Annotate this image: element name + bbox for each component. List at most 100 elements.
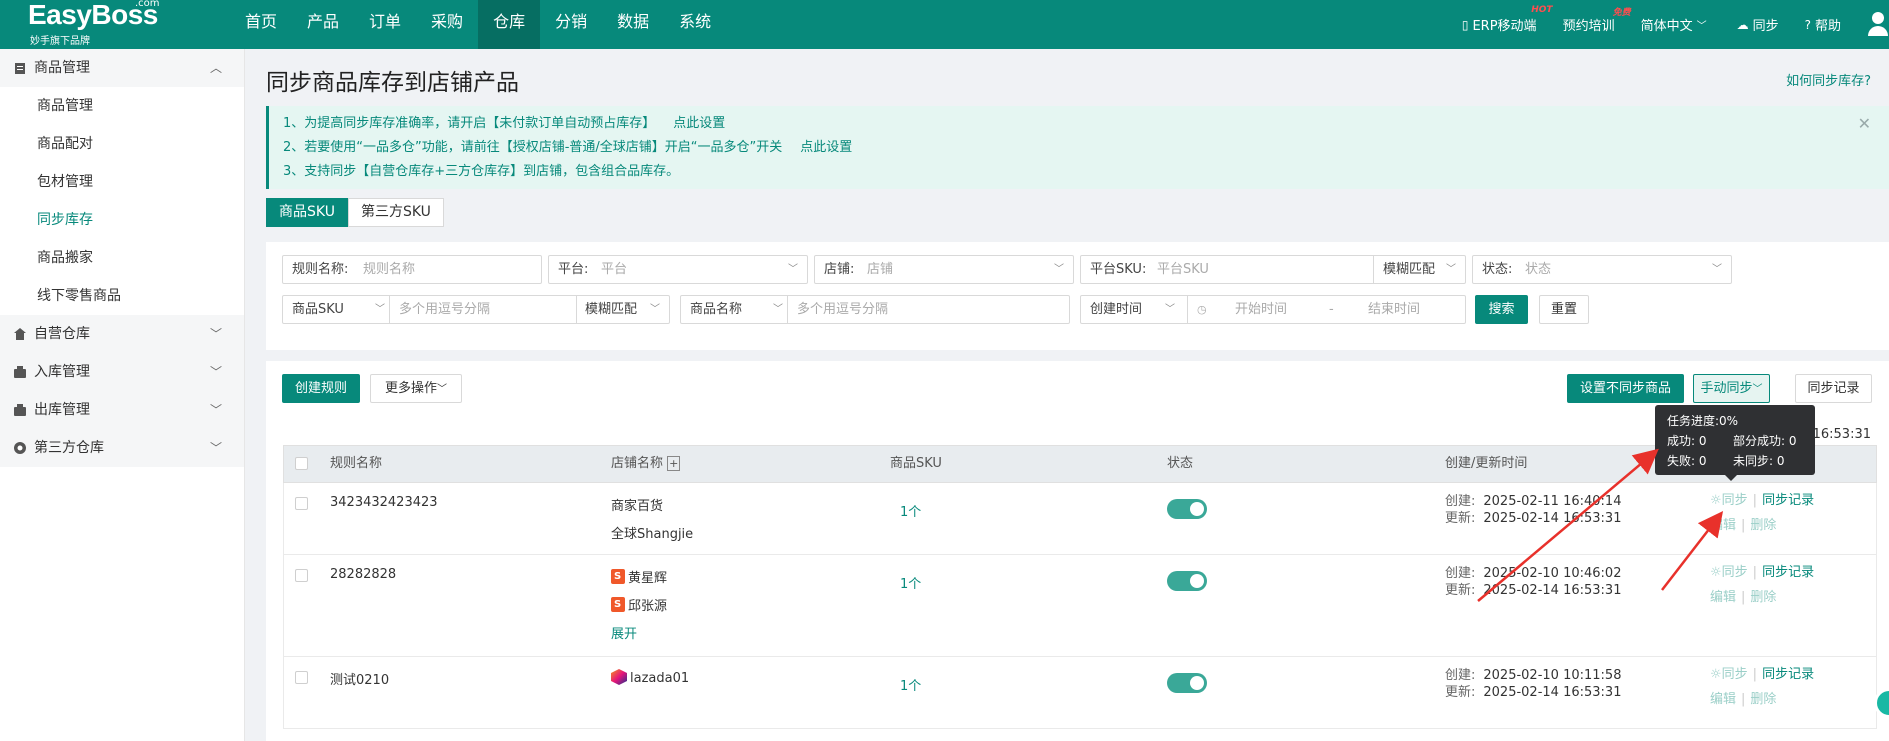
sidebar-group-third-party[interactable]: 第三方仓库 ﹀ — [0, 429, 244, 467]
notice-text: 2、若要使用“一品多仓”功能，请前往【授权店铺-普通/全球店铺】开启“一品多仓”… — [283, 140, 783, 155]
created-time-range[interactable]: 创建时间 ﹀ ◷ 开始时间 - 结束时间 — [1080, 295, 1466, 324]
expand-plus-icon[interactable]: + — [667, 456, 681, 471]
more-operations-button[interactable]: 更多操作﹀ — [370, 374, 462, 403]
match-mode-select[interactable]: 模糊匹配 — [585, 296, 637, 323]
close-icon[interactable]: ✕ — [1858, 112, 1871, 136]
end-time-field[interactable]: 结束时间 — [1368, 296, 1420, 323]
search-button[interactable]: 搜索 — [1475, 295, 1528, 324]
status-toggle[interactable] — [1167, 499, 1207, 519]
sync-log-link[interactable]: 同步记录 — [1762, 493, 1814, 508]
status-select[interactable]: 状态: 状态 ﹀ — [1472, 255, 1732, 284]
training-link[interactable]: 预约培训 免费 — [1562, 8, 1631, 34]
tab-product-sku[interactable]: 商品SKU — [266, 198, 348, 227]
nav-home[interactable]: 首页 — [230, 0, 292, 49]
sidebar-group-product-mgmt[interactable]: 商品管理 ︿ — [0, 49, 244, 87]
unsynced-label: 未同步: — [1733, 454, 1774, 468]
sync-action-link[interactable]: ☼同步 — [1710, 565, 1748, 580]
field-placeholder: 多个用逗号分隔 — [797, 302, 889, 317]
delete-link[interactable]: 删除 — [1750, 692, 1776, 707]
rule-name-input[interactable]: 规则名称: 规则名称 — [282, 255, 542, 284]
language-select[interactable]: 简体中文 ﹀ — [1641, 15, 1711, 34]
sync-action-link[interactable]: ☼同步 — [1710, 667, 1748, 682]
name-type-select[interactable]: 商品名称 — [690, 296, 742, 323]
sidebar-group-outbound[interactable]: 出库管理 ﹀ — [0, 391, 244, 429]
shop-select[interactable]: 店铺: 店铺 ﹀ — [814, 255, 1074, 284]
clock-icon: ◷ — [1197, 303, 1207, 316]
sidebar-group-inbound[interactable]: 入库管理 ﹀ — [0, 353, 244, 391]
start-time-field[interactable]: 开始时间 — [1235, 296, 1287, 323]
how-to-sync-link[interactable]: 如何同步库存? — [1786, 70, 1871, 89]
edit-link[interactable]: 编辑 — [1710, 692, 1736, 707]
table-header: 规则名称 店铺名称 + 商品SKU 状态 创建/更新时间 — [283, 445, 1877, 483]
sidebar-group-own-warehouse[interactable]: 自营仓库 ﹀ — [0, 315, 244, 353]
nav-warehouse[interactable]: 仓库 — [478, 0, 541, 49]
chevron-down-icon: ﹀ — [209, 365, 222, 379]
col-rule-name: 规则名称 — [330, 456, 383, 471]
sku-count-link[interactable]: 1个 — [900, 573, 921, 592]
field-label: 规则名称: — [292, 262, 349, 277]
row-actions: ☼同步 | 同步记录 编辑 | 删除 — [1710, 565, 1815, 605]
notice-setting-link[interactable]: 点此设置 — [673, 116, 725, 131]
sync-log-button[interactable]: 同步记录 — [1795, 374, 1872, 403]
erp-mobile-link[interactable]: ▯ ERP移动端 HOT — [1462, 5, 1553, 34]
edit-link[interactable]: 编辑 — [1710, 518, 1736, 533]
field-label: 状态: — [1482, 262, 1513, 277]
help-link[interactable]: ? 帮助 — [1805, 15, 1841, 35]
status-toggle[interactable] — [1167, 571, 1207, 591]
sku-type-select[interactable]: 商品SKU — [292, 296, 344, 323]
nav-purchase[interactable]: 采购 — [416, 0, 478, 49]
time-type-select[interactable]: 创建时间 — [1090, 296, 1142, 323]
row-checkbox[interactable] — [295, 569, 308, 582]
unsynced-value: 0 — [1776, 454, 1785, 468]
nav-distribution[interactable]: 分销 — [540, 0, 602, 49]
row-checkbox[interactable] — [295, 671, 308, 684]
training-label: 预约培训 — [1562, 19, 1615, 34]
sync-label: 同步 — [1721, 667, 1748, 682]
chevron-down-icon: ﹀ — [375, 304, 385, 315]
nav-data[interactable]: 数据 — [602, 0, 664, 49]
match-mode-select[interactable]: 模糊匹配 — [1383, 256, 1435, 283]
sidebar-item-product-pairing[interactable]: 商品配对 — [0, 125, 244, 163]
shop-name: 商家百货 — [611, 499, 664, 514]
sidebar-item-sync-stock[interactable]: 同步库存 — [0, 201, 244, 239]
status-toggle[interactable] — [1167, 673, 1207, 693]
row-actions: ☼同步 | 同步记录 编辑 | 删除 — [1710, 667, 1815, 707]
create-rule-button[interactable]: 创建规则 — [282, 374, 360, 403]
nav-products[interactable]: 产品 — [292, 0, 354, 49]
sync-label: 同步 — [1721, 493, 1748, 508]
user-avatar-icon[interactable] — [1867, 0, 1889, 49]
updated-time: 2025-02-14 16:53:31 — [1483, 583, 1622, 598]
edit-link[interactable]: 编辑 — [1710, 590, 1736, 605]
sku-count-link[interactable]: 1个 — [900, 501, 921, 520]
chevron-down-icon: ﹀ — [1696, 21, 1707, 32]
easyboss-logo[interactable]: EasyBoss .com 妙手旗下品牌 — [28, 0, 178, 49]
rule-name: 28282828 — [330, 567, 397, 582]
sidebar-item-product-move[interactable]: 商品搬家 — [0, 239, 244, 277]
sync-log-link[interactable]: 同步记录 — [1762, 667, 1814, 682]
sidebar-item-packaging[interactable]: 包材管理 — [0, 163, 244, 201]
product-sku-input[interactable]: 商品SKU ﹀ 多个用逗号分隔 模糊匹配 ﹀ — [282, 295, 670, 324]
sidebar-group-label: 自营仓库 — [34, 326, 90, 342]
platform-select[interactable]: 平台: 平台 ﹀ — [548, 255, 808, 284]
manual-sync-button[interactable]: 手动同步﹀ — [1693, 374, 1770, 403]
sku-count-link[interactable]: 1个 — [900, 675, 921, 694]
nav-orders[interactable]: 订单 — [354, 0, 416, 49]
row-checkbox[interactable] — [295, 497, 308, 510]
product-name-input[interactable]: 商品名称 ﹀ 多个用逗号分隔 — [680, 295, 1070, 324]
sync-action-link[interactable]: ☼同步 — [1710, 493, 1748, 508]
nav-system[interactable]: 系统 — [664, 0, 726, 49]
sync-link[interactable]: ☁ 同步 — [1737, 15, 1779, 35]
set-not-sync-button[interactable]: 设置不同步商品 — [1567, 374, 1684, 403]
platform-sku-input[interactable]: 平台SKU: 平台SKU 模糊匹配 ﹀ — [1080, 255, 1466, 284]
delete-link[interactable]: 删除 — [1750, 518, 1776, 533]
sidebar-item-product-mgmt[interactable]: 商品管理 — [0, 87, 244, 125]
delete-link[interactable]: 删除 — [1750, 590, 1776, 605]
select-all-checkbox[interactable] — [295, 457, 308, 470]
expand-link[interactable]: 展开 — [611, 623, 637, 642]
sidebar-item-offline-retail[interactable]: 线下零售商品 — [0, 277, 244, 315]
tab-third-party-sku[interactable]: 第三方SKU — [347, 198, 444, 227]
reset-button[interactable]: 重置 — [1539, 295, 1589, 324]
sync-log-link[interactable]: 同步记录 — [1762, 565, 1814, 580]
notice-setting-link[interactable]: 点此设置 — [800, 140, 852, 155]
page-title: 同步商品库存到店铺产品 — [266, 70, 519, 96]
